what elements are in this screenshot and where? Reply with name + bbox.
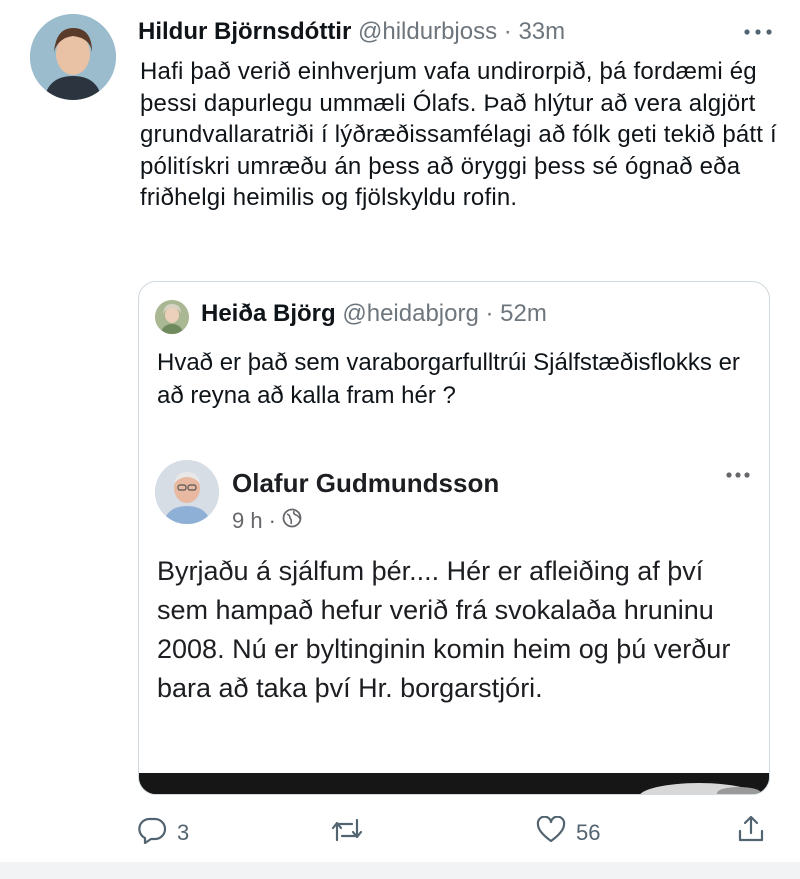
more-options-icon[interactable]: [738, 24, 778, 40]
facebook-more-icon: [722, 468, 754, 480]
retweet-button[interactable]: [330, 816, 374, 850]
retweet-icon: [330, 816, 364, 850]
quote-meta-separator: ·: [485, 300, 494, 327]
globe-icon: [282, 508, 302, 534]
quote-timestamp: 52m: [500, 300, 547, 327]
author-handle[interactable]: @hildurbjoss: [358, 18, 497, 45]
quote-author-avatar: [155, 300, 189, 334]
quote-author-handle: @heidabjorg: [342, 300, 479, 327]
share-button[interactable]: [736, 814, 766, 850]
bottom-divider: [0, 862, 800, 879]
attached-photo-preview[interactable]: [139, 773, 769, 794]
reply-button[interactable]: 3: [137, 816, 189, 850]
reply-count: 3: [177, 820, 190, 845]
facebook-author-name: Olafur Gudmundsson: [232, 468, 500, 498]
quoted-tweet-card[interactable]: Heiða Björg @heidabjorg · 52m Hvað er þa…: [138, 281, 770, 795]
quote-author-name: Heiða Björg: [201, 300, 336, 327]
facebook-author-avatar: [155, 460, 219, 524]
quote-text: Hvað er það sem varaborgarfulltrúi Sjálf…: [157, 349, 740, 409]
quote-author-row: Heiða Björg @heidabjorg · 52m: [201, 300, 547, 328]
tweet-text: Hafi það verið einhverjum vafa undirorpi…: [140, 58, 777, 211]
tweet-action-bar: 3 56: [0, 812, 800, 852]
facebook-post-text: Byrjaðu á sjálfum þér.... Hér er afleiði…: [157, 556, 731, 703]
facebook-meta-separator: ·: [268, 508, 276, 533]
facebook-post-meta: 9 h ·: [232, 508, 302, 534]
share-upload-icon: [736, 814, 766, 850]
reply-bubble-icon: [137, 816, 167, 850]
author-name[interactable]: Hildur Björnsdóttir: [138, 18, 351, 45]
like-button[interactable]: 56: [536, 815, 601, 850]
tweet-author-row: Hildur Björnsdóttir @hildurbjoss · 33m: [138, 18, 565, 46]
meta-separator: ·: [503, 18, 512, 45]
tweet-timestamp[interactable]: 33m: [518, 18, 565, 45]
facebook-post-time: 9 h: [232, 508, 263, 533]
heart-icon: [536, 815, 566, 850]
author-avatar[interactable]: [30, 14, 116, 100]
like-count: 56: [576, 820, 601, 845]
